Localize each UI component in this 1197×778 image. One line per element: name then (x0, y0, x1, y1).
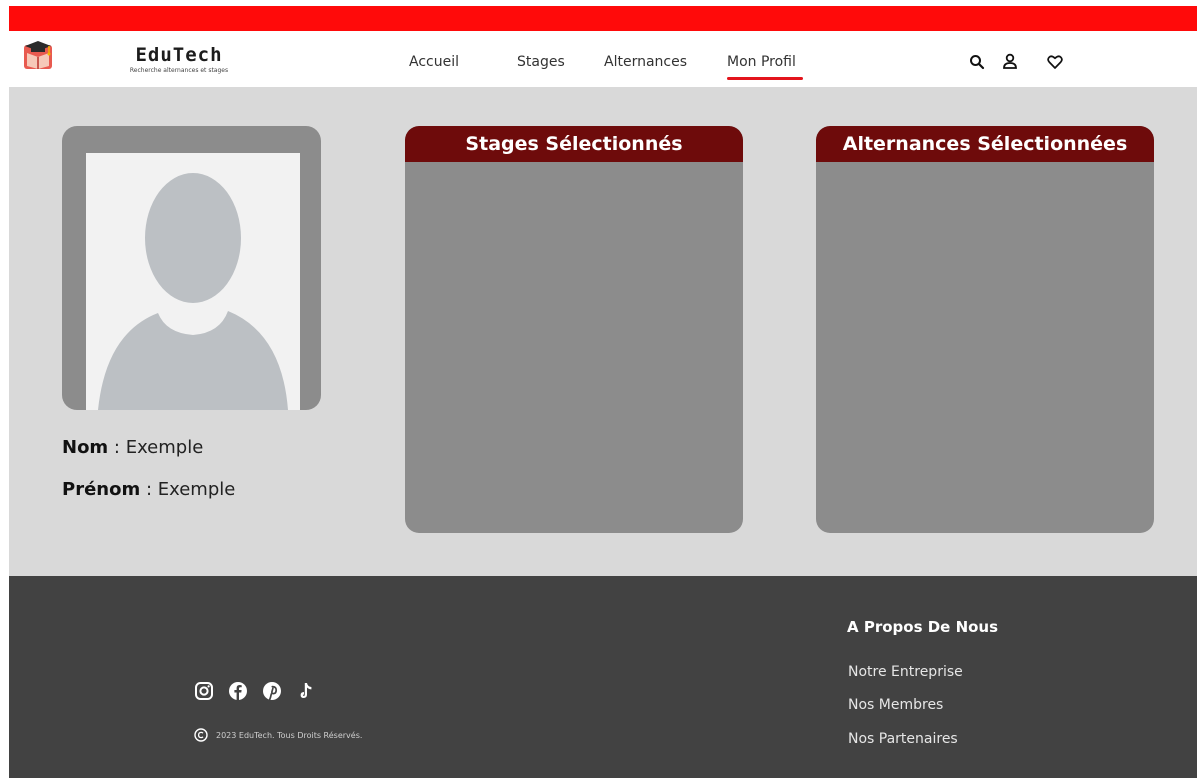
field-label: Nom (62, 437, 109, 458)
nav-alternances[interactable]: Alternances (604, 54, 687, 70)
footer-link-nos-membres[interactable]: Nos Membres (848, 697, 943, 713)
profile-photo-card[interactable] (62, 126, 321, 410)
heart-icon[interactable] (1047, 53, 1063, 71)
brand-tagline: Recherche alternances et stages (129, 67, 229, 74)
brand[interactable]: EduTech Recherche alternances et stages (109, 45, 249, 74)
pinterest-icon[interactable] (262, 681, 282, 701)
profile-page: Nom : Exemple Prénom : Exemple Stages Sé… (9, 87, 1197, 576)
active-nav-indicator (727, 77, 803, 80)
copyright: 2023 EduTech. Tous Droits Réservés. (194, 728, 362, 742)
footer-link-notre-entreprise[interactable]: Notre Entreprise (848, 664, 963, 680)
site-header: EduTech Recherche alternances et stages … (9, 31, 1197, 87)
panel-header: Stages Sélectionnés (405, 126, 743, 162)
footer-about-heading: A Propos De Nous (847, 618, 999, 636)
copyright-icon (194, 728, 208, 742)
panel-title: Alternances Sélectionnées (842, 133, 1128, 155)
tiktok-icon[interactable] (296, 681, 316, 701)
field-value: Exemple (125, 437, 204, 458)
field-separator: : (140, 479, 158, 500)
footer-link-nos-partenaires[interactable]: Nos Partenaires (848, 731, 958, 747)
user-icon[interactable] (1002, 53, 1018, 71)
nav-mon-profil[interactable]: Mon Profil (727, 54, 796, 70)
panel-title: Stages Sélectionnés (465, 133, 683, 155)
facebook-icon[interactable] (228, 681, 248, 701)
user-placeholder-icon (98, 173, 288, 410)
selected-alternances-panel[interactable]: Alternances Sélectionnées (816, 126, 1154, 533)
field-value: Exemple (157, 479, 236, 500)
field-label: Prénom (62, 479, 141, 500)
instagram-icon[interactable] (194, 681, 214, 701)
nav-accueil[interactable]: Accueil (409, 54, 459, 70)
field-separator: : (108, 437, 126, 458)
brand-name: EduTech (135, 44, 223, 66)
top-accent-bar (9, 6, 1197, 31)
profile-field-nom: Nom : Exemple (62, 437, 203, 458)
site-footer: 2023 EduTech. Tous Droits Réservés. A Pr… (9, 576, 1197, 778)
copyright-text: 2023 EduTech. Tous Droits Réservés. (216, 730, 363, 740)
graduation-book-icon[interactable] (22, 39, 54, 71)
profile-field-prenom: Prénom : Exemple (62, 479, 235, 500)
profile-photo-frame (86, 153, 300, 410)
panel-header: Alternances Sélectionnées (816, 126, 1154, 162)
nav-stages[interactable]: Stages (517, 54, 565, 70)
selected-stages-panel[interactable]: Stages Sélectionnés (405, 126, 743, 533)
search-icon[interactable] (969, 53, 985, 71)
